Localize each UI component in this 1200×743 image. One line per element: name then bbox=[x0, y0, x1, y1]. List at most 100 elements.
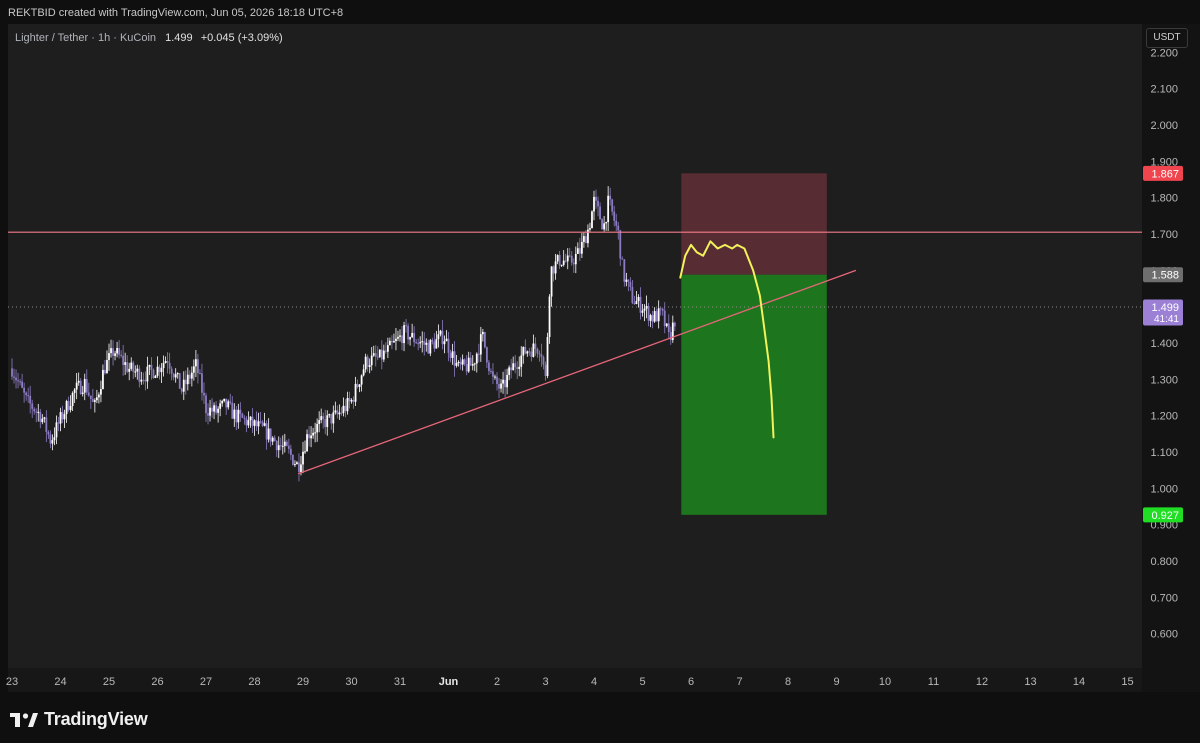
candle-up bbox=[130, 362, 133, 369]
candle-up bbox=[429, 340, 432, 354]
candle-up bbox=[548, 296, 551, 338]
candle-down bbox=[552, 266, 555, 274]
candle-down bbox=[39, 411, 42, 423]
candle-down bbox=[447, 338, 450, 353]
candle-up bbox=[562, 260, 565, 265]
candle-down bbox=[166, 361, 169, 363]
candle-down bbox=[239, 409, 242, 414]
candle-up bbox=[360, 375, 363, 385]
candle-down bbox=[33, 408, 36, 412]
candle-down bbox=[465, 364, 468, 372]
candle-up bbox=[97, 394, 100, 398]
candle-down bbox=[356, 383, 359, 387]
candle-down bbox=[570, 255, 573, 263]
candle-down bbox=[615, 220, 618, 226]
candle-up bbox=[382, 350, 385, 360]
candle-down bbox=[201, 373, 203, 393]
candle-down bbox=[376, 356, 379, 358]
candle-up bbox=[645, 305, 648, 309]
candle-down bbox=[336, 410, 339, 415]
candle-up bbox=[257, 421, 260, 427]
y-tick-label: 2.100 bbox=[1150, 84, 1178, 96]
candle-up bbox=[140, 379, 143, 382]
candle-up bbox=[574, 253, 577, 265]
y-tick-label: 1.000 bbox=[1150, 483, 1178, 495]
candle-up bbox=[443, 341, 446, 345]
candle-down bbox=[29, 395, 32, 404]
candle-up bbox=[532, 343, 535, 357]
candle-up bbox=[395, 338, 397, 342]
candle-down bbox=[11, 368, 13, 377]
candle-down bbox=[477, 353, 480, 355]
candle-up bbox=[657, 308, 660, 322]
price-change: +0.045 (+3.09%) bbox=[200, 32, 283, 44]
candle-down bbox=[516, 367, 519, 369]
candle-up bbox=[314, 432, 317, 434]
candle-up bbox=[625, 279, 628, 282]
candle-up bbox=[176, 373, 179, 375]
candle-down bbox=[534, 343, 537, 349]
candle-up bbox=[162, 362, 165, 369]
candle-up bbox=[566, 255, 569, 262]
tradingview-logo[interactable]: TradingView bbox=[10, 709, 148, 730]
candle-up bbox=[502, 379, 504, 384]
candle-up bbox=[522, 346, 525, 356]
candle-up bbox=[110, 348, 112, 354]
candle-up bbox=[277, 445, 280, 451]
candle-down bbox=[158, 366, 161, 373]
time-axis[interactable] bbox=[8, 668, 1142, 692]
candle-down bbox=[120, 354, 123, 356]
candle-up bbox=[437, 334, 440, 340]
x-tick-label: 24 bbox=[54, 676, 66, 688]
candle-up bbox=[582, 236, 585, 242]
candle-down bbox=[572, 262, 575, 265]
candle-up bbox=[190, 372, 193, 379]
candle-down bbox=[17, 380, 19, 382]
candle-up bbox=[419, 342, 422, 344]
candle-up bbox=[281, 445, 284, 447]
candle-up bbox=[576, 248, 579, 254]
candle-down bbox=[15, 377, 17, 381]
candle-up bbox=[372, 353, 375, 356]
candle-up bbox=[334, 410, 337, 413]
candle-down bbox=[540, 354, 543, 358]
candle-down bbox=[524, 346, 527, 354]
candle-down bbox=[144, 379, 147, 382]
candle-up bbox=[556, 254, 559, 262]
price-chart[interactable]: 2.2002.1002.0001.9001.8001.7001.6001.400… bbox=[0, 24, 1200, 692]
candle-down bbox=[564, 260, 567, 262]
candle-up bbox=[411, 332, 414, 338]
candle-up bbox=[445, 338, 448, 342]
candle-down bbox=[287, 445, 290, 449]
candle-down bbox=[207, 413, 209, 416]
take-profit-zone[interactable] bbox=[681, 274, 827, 515]
candle-down bbox=[427, 342, 430, 354]
candle-down bbox=[203, 392, 205, 396]
candle-up bbox=[209, 407, 211, 416]
candle-up bbox=[550, 266, 553, 297]
candle-down bbox=[423, 341, 426, 345]
candle-down bbox=[659, 308, 662, 310]
candle-down bbox=[380, 349, 383, 360]
candle-up bbox=[425, 342, 428, 345]
stop-loss-zone[interactable] bbox=[681, 173, 827, 275]
candle-down bbox=[667, 323, 670, 333]
plot-area[interactable] bbox=[8, 24, 1142, 692]
candle-down bbox=[623, 259, 626, 282]
candle-down bbox=[417, 343, 420, 345]
currency-button[interactable]: USDT bbox=[1146, 28, 1188, 48]
candle-down bbox=[568, 255, 571, 257]
candle-up bbox=[300, 464, 302, 472]
candle-up bbox=[635, 301, 638, 305]
candle-up bbox=[518, 366, 521, 369]
candle-down bbox=[27, 395, 30, 397]
candle-up bbox=[342, 405, 345, 414]
candle-down bbox=[118, 347, 121, 355]
price-label: 1.588 bbox=[1151, 270, 1179, 282]
candle-up bbox=[451, 351, 454, 358]
candle-down bbox=[401, 335, 403, 344]
candle-down bbox=[441, 330, 444, 345]
candle-up bbox=[69, 406, 72, 411]
x-tick-label: 10 bbox=[879, 676, 891, 688]
candle-down bbox=[449, 352, 452, 358]
